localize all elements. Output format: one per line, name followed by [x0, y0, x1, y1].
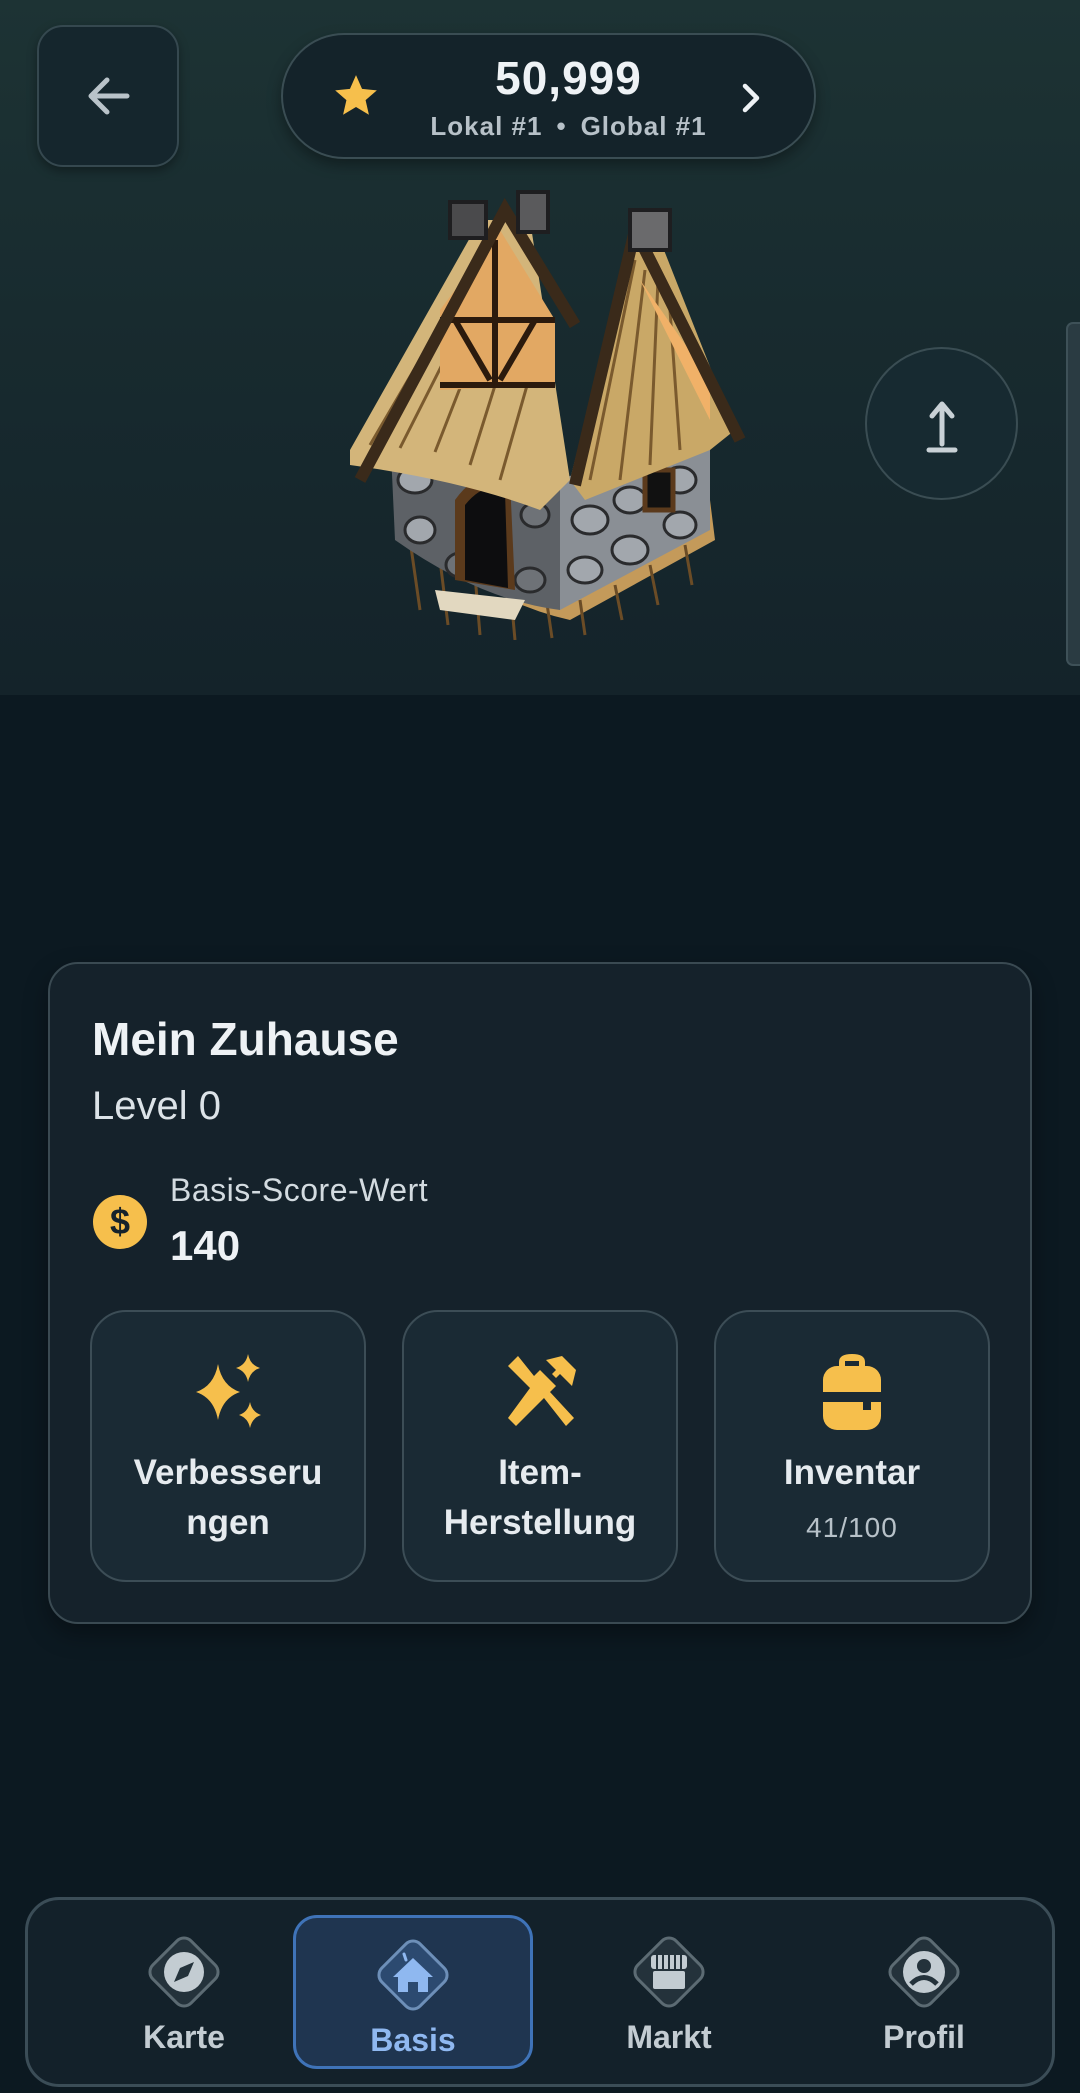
upgrades-label: Verbesseru ngen [133, 1453, 323, 1542]
compass-icon [148, 1936, 220, 2008]
nav-label-profil: Profil [883, 2019, 965, 2055]
arrow-left-icon [88, 77, 130, 115]
sparkles-icon [196, 1354, 261, 1428]
nav-label-karte: Karte [143, 2019, 225, 2055]
score-value: 50,999 [495, 52, 642, 104]
rank-global: Global #1 [580, 111, 707, 141]
svg-text:$: $ [110, 1201, 130, 1242]
bottom-nav: Karte Basis Markt Profil [25, 1897, 1055, 2087]
dollar-coin-icon: $ [93, 1195, 147, 1249]
chevron-right-icon [742, 83, 760, 113]
hammer-wrench-icon [508, 1356, 576, 1426]
inventory-button[interactable]: Inventar 41/100 [714, 1310, 990, 1582]
nav-item-profil[interactable]: Profil [804, 1915, 1044, 2069]
rank-separator: • [556, 111, 567, 141]
home-level: Level 0 [92, 1084, 221, 1128]
base-score-value: 140 [170, 1222, 241, 1269]
home-title: Mein Zuhause [92, 1013, 399, 1065]
nav-item-markt[interactable]: Markt [549, 1915, 789, 2069]
inventory-count: 41/100 [806, 1512, 898, 1543]
upload-button[interactable] [865, 347, 1018, 500]
backpack-icon [823, 1354, 881, 1430]
profile-icon [888, 1936, 960, 2008]
upgrades-button[interactable]: Verbesseru ngen [90, 1310, 366, 1582]
inventory-label: Inventar [783, 1453, 921, 1492]
crafting-label: Item- Herstellung [443, 1453, 637, 1542]
nav-item-basis[interactable]: Basis [293, 1915, 533, 2069]
store-icon [633, 1936, 705, 2008]
nav-item-karte[interactable]: Karte [64, 1915, 304, 2069]
upload-icon [926, 401, 957, 452]
star-icon [335, 75, 377, 115]
hero-area: 50,999 Lokal #1 • Global #1 [0, 0, 1080, 695]
nav-label-markt: Markt [626, 2019, 712, 2055]
score-pill[interactable]: 50,999 Lokal #1 • Global #1 [281, 33, 816, 159]
crafting-button[interactable]: Item- Herstellung [402, 1310, 678, 1582]
home-card: Mein Zuhause Level 0 $ Basis-Score-Wert … [48, 962, 1032, 1624]
rank-local: Lokal #1 [430, 111, 543, 141]
house-illustration [350, 190, 746, 640]
home-icon [377, 1939, 449, 2011]
base-score-label: Basis-Score-Wert [170, 1172, 429, 1208]
nav-label-basis: Basis [370, 2022, 456, 2058]
rank-line: Lokal #1 • Global #1 [383, 111, 754, 142]
back-button[interactable] [37, 25, 179, 167]
scrollbar[interactable] [1066, 322, 1080, 666]
